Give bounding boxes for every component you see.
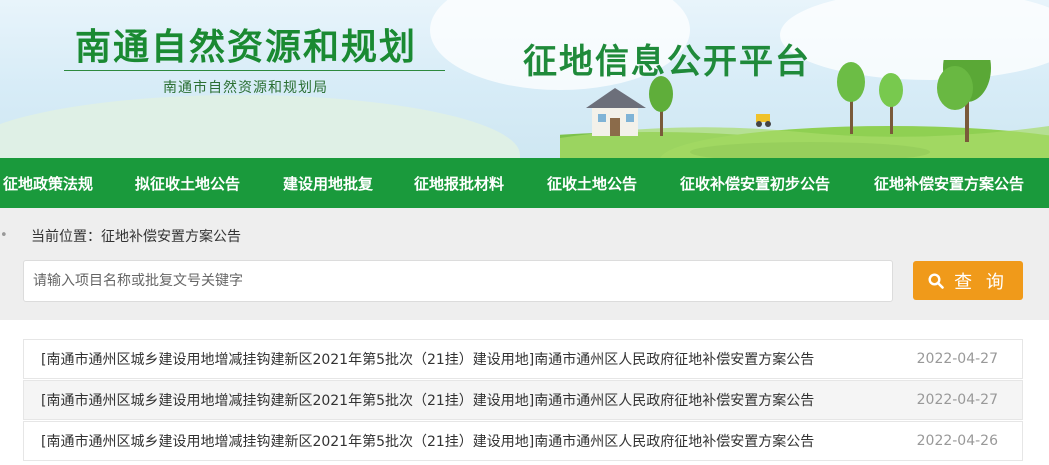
breadcrumb: 当前位置：征地补偿安置方案公告 <box>31 226 241 246</box>
list-item[interactable]: [南通市通州区城乡建设用地增减挂钩建新区2021年第5批次（21挂）建设用地]南… <box>23 380 1023 420</box>
search-button-label: 查 询 <box>954 271 1008 293</box>
location-icon: • <box>0 228 8 243</box>
brand-subtitle: 南通市自然资源和规划局 <box>163 80 328 96</box>
list-item-title[interactable]: [南通市通州区城乡建设用地增减挂钩建新区2021年第5批次（21挂）建设用地]南… <box>41 390 814 410</box>
nav-item-proposed-expropriation[interactable]: 拟征收土地公告 <box>135 173 240 194</box>
search-box <box>23 260 893 302</box>
list-item[interactable]: [南通市通州区城乡建设用地增减挂钩建新区2021年第5批次（21挂）建设用地]南… <box>23 339 1023 379</box>
search-section: • 当前位置：征地补偿安置方案公告 查 询 <box>0 208 1049 320</box>
list-item-date: 2022-04-27 <box>916 351 998 367</box>
brand-divider <box>64 70 445 71</box>
nav-item-expropriation-notice[interactable]: 征收土地公告 <box>547 173 637 194</box>
nav-item-preliminary-compensation[interactable]: 征收补偿安置初步公告 <box>680 173 830 194</box>
list-item-date: 2022-04-26 <box>916 433 998 449</box>
list-item[interactable]: [南通市通州区城乡建设用地增减挂钩建新区2021年第5批次（21挂）建设用地]南… <box>23 421 1023 461</box>
header-banner: 南通自然资源和规划 南通市自然资源和规划局 征地信息公开平台 <box>0 0 1049 158</box>
brand-title: 南通自然资源和规划 <box>75 27 418 68</box>
nav-item-land-approval[interactable]: 建设用地批复 <box>283 173 373 194</box>
landscape-illustration <box>560 60 1049 158</box>
search-button[interactable]: 查 询 <box>913 261 1023 300</box>
main-nav: 征地政策法规 拟征收土地公告 建设用地批复 征地报批材料 征收土地公告 征收补偿… <box>0 158 1049 208</box>
list-item-date: 2022-04-27 <box>916 392 998 408</box>
breadcrumb-prefix: 当前位置： <box>31 229 101 245</box>
search-icon <box>928 272 944 289</box>
announcement-list: [南通市通州区城乡建设用地增减挂钩建新区2021年第5批次（21挂）建设用地]南… <box>23 339 1023 462</box>
list-item-title[interactable]: [南通市通州区城乡建设用地增减挂钩建新区2021年第5批次（21挂）建设用地]南… <box>41 349 814 369</box>
search-input[interactable] <box>24 261 892 301</box>
nav-item-submission-materials[interactable]: 征地报批材料 <box>414 173 504 194</box>
list-item-title[interactable]: [南通市通州区城乡建设用地增减挂钩建新区2021年第5批次（21挂）建设用地]南… <box>41 431 814 451</box>
hill-decoration <box>0 95 520 158</box>
breadcrumb-current[interactable]: 征地补偿安置方案公告 <box>101 229 241 245</box>
nav-item-policy[interactable]: 征地政策法规 <box>3 173 93 194</box>
nav-item-compensation-plan[interactable]: 征地补偿安置方案公告 <box>874 173 1024 194</box>
